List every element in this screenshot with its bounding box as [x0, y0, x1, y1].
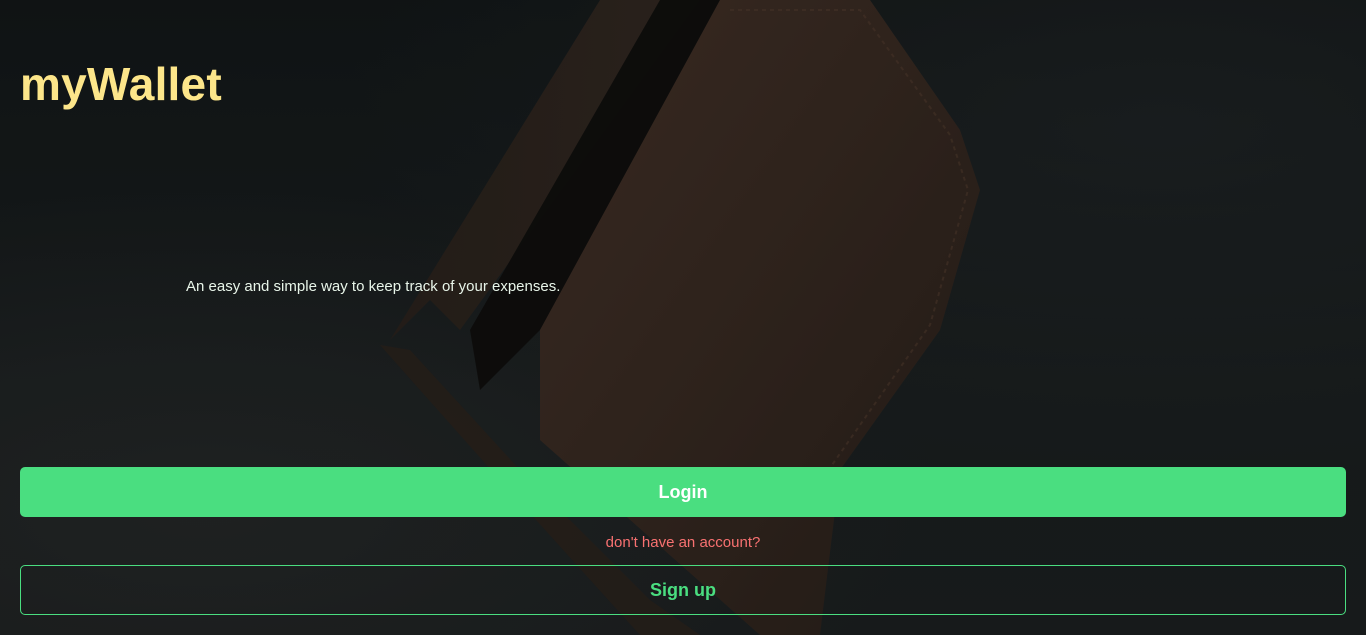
tagline-text: An easy and simple way to keep track of …: [186, 278, 561, 295]
landing-page: myWallet An easy and simple way to keep …: [0, 0, 1366, 635]
app-logo-title: myWallet: [20, 58, 222, 110]
login-button[interactable]: Login: [20, 467, 1346, 517]
no-account-text: don't have an account?: [605, 534, 761, 551]
signup-button[interactable]: Sign up: [20, 565, 1346, 615]
